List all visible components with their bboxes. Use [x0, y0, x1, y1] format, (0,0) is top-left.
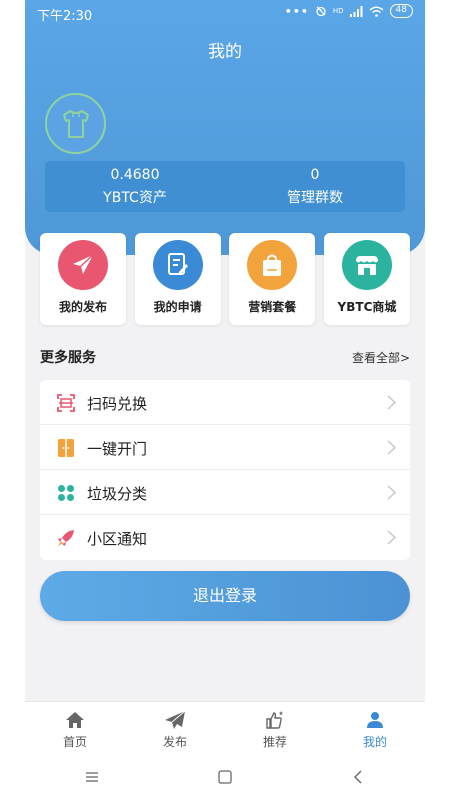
edit-document-icon — [152, 240, 203, 290]
tab-publish[interactable]: 发布 — [125, 702, 225, 753]
paper-plane-icon — [125, 710, 225, 730]
page-title: 我的 — [208, 42, 242, 62]
alarm-icon — [316, 6, 326, 17]
stat-groups[interactable]: 0 管理群数 — [225, 161, 405, 212]
shortcut-my-applications[interactable]: 我的申请 — [134, 233, 221, 325]
service-label: 小区通知 — [87, 530, 148, 548]
shopping-bag-icon — [247, 240, 298, 290]
stat-assets[interactable]: 0.4680 YBTC资产 — [45, 161, 225, 212]
service-item-scan-redeem[interactable]: 扫码兑换 — [40, 380, 410, 425]
home-icon — [25, 710, 125, 730]
chevron-right-icon — [387, 485, 396, 500]
service-item-open-door[interactable]: 一键开门 — [40, 425, 410, 470]
back-chevron-icon — [354, 770, 362, 783]
rocket-icon — [57, 529, 75, 547]
chevron-right-icon — [387, 395, 396, 410]
status-icons: ••• HD 48 — [285, 4, 413, 18]
notification-dots: ••• — [284, 4, 309, 18]
view-all-link[interactable]: 查看全部> — [352, 349, 410, 366]
status-bar: 下午2:30 ••• HD 48 — [25, 0, 425, 26]
signal-icon — [349, 5, 363, 17]
tab-mine[interactable]: 我的 — [325, 702, 425, 753]
chevron-right-icon — [387, 440, 396, 455]
scan-icon — [57, 394, 75, 412]
status-time: 下午2:30 — [37, 9, 93, 24]
service-label: 一键开门 — [87, 440, 148, 458]
stat-value: 0.4680 — [110, 167, 160, 183]
clover-icon — [57, 484, 75, 502]
service-list: 扫码兑换 一键开门 垃圾分类 小区通知 — [40, 380, 410, 560]
shortcut-label: 营销套餐 — [248, 300, 297, 314]
more-services-header: 更多服务 查看全部> — [40, 347, 410, 369]
bottom-tab-bar: 首页 发布 推荐 我的 — [25, 701, 425, 753]
service-item-community-notice[interactable]: 小区通知 — [40, 515, 410, 560]
shortcut-ybtc-mall[interactable]: YBTC商城 — [323, 233, 410, 325]
shortcut-label: 我的申请 — [153, 300, 202, 314]
back-button[interactable] — [343, 762, 373, 792]
shortcut-grid: 我的发布 我的申请 营销套餐 YBTC商城 — [40, 233, 410, 325]
stat-label: YBTC资产 — [103, 190, 167, 206]
tab-home[interactable]: 首页 — [25, 702, 125, 753]
service-label: 垃圾分类 — [87, 485, 148, 503]
tab-recommend[interactable]: 推荐 — [225, 702, 325, 753]
tab-label: 推荐 — [262, 735, 287, 749]
service-label: 扫码兑换 — [87, 395, 148, 413]
home-button[interactable] — [210, 762, 240, 792]
avatar[interactable] — [45, 93, 106, 154]
stat-value: 0 — [310, 167, 320, 183]
menu-icon — [85, 771, 98, 782]
stat-label: 管理群数 — [287, 190, 343, 206]
menu-button[interactable] — [77, 762, 107, 792]
phone-screen: 下午2:30 ••• HD 48 我的 0.4680 YBTC资产 0 管理群数 — [25, 0, 425, 800]
user-icon — [325, 710, 425, 730]
chevron-right-icon — [387, 530, 396, 545]
service-item-garbage-sorting[interactable]: 垃圾分类 — [40, 470, 410, 515]
shortcut-my-posts[interactable]: 我的发布 — [40, 233, 126, 325]
shop-icon — [341, 240, 392, 290]
tab-label: 我的 — [362, 735, 387, 749]
shortcut-label: 我的发布 — [58, 300, 107, 314]
system-nav-bar — [25, 753, 425, 800]
logout-button[interactable]: 退出登录 — [40, 571, 410, 621]
battery-indicator: 48 — [389, 4, 413, 18]
shirt-icon — [62, 109, 89, 138]
tab-label: 首页 — [62, 735, 87, 749]
door-icon — [57, 439, 75, 457]
tab-label: 发布 — [162, 735, 187, 749]
section-title: 更多服务 — [40, 350, 96, 366]
stats-panel: 0.4680 YBTC资产 0 管理群数 — [45, 161, 405, 212]
square-icon — [218, 769, 232, 784]
wifi-icon — [369, 6, 383, 17]
thumbs-up-icon — [225, 710, 325, 730]
shortcut-label: YBTC商城 — [337, 300, 397, 314]
send-icon — [58, 240, 108, 290]
network-label: HD — [332, 7, 344, 15]
shortcut-marketing-package[interactable]: 营销套餐 — [229, 233, 316, 325]
